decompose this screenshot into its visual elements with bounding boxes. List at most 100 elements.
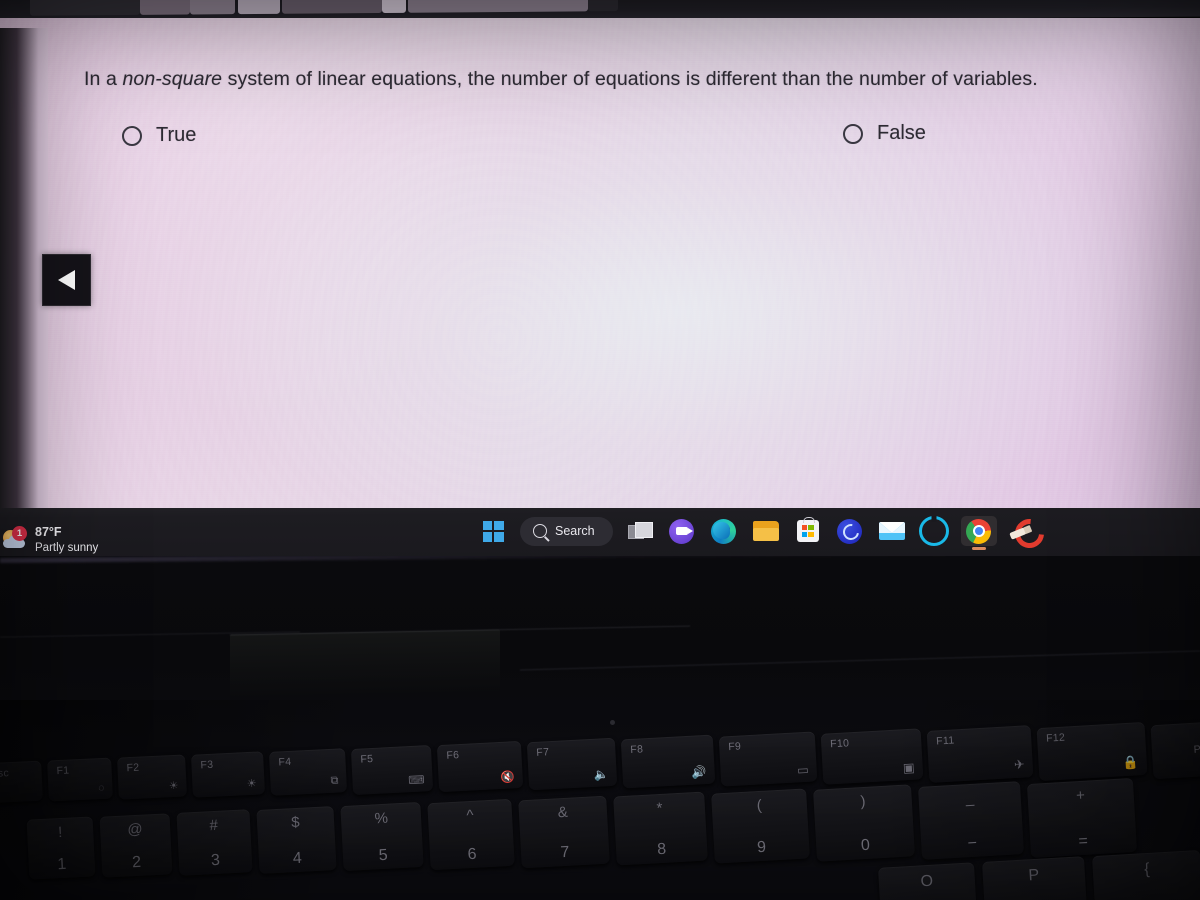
deck-edge-line [520,650,1200,671]
task-view-button[interactable] [625,516,655,546]
search-input[interactable]: Search [520,516,613,546]
key-f1[interactable]: F1 ◌ [47,757,113,802]
radio-button-true[interactable] [122,125,142,146]
key-f3[interactable]: F3 ☀ [190,750,266,798]
key-shift-label: # [208,817,218,835]
mute-speaker-icon: ◌ [98,782,105,795]
teams-chat-button[interactable] [667,516,697,546]
weather-widget[interactable]: 1 87°F Partly sunny [2,525,98,555]
key-esc[interactable]: Esc [0,760,43,804]
copilot-icon [837,518,863,544]
option-true[interactable]: True [122,124,196,147]
browser-tab[interactable] [588,0,618,12]
option-false[interactable]: False [843,122,926,145]
hinge-highlight [0,556,1200,563]
key-label: 0 [860,836,870,855]
key-label: F3 [200,758,214,772]
edge-button[interactable] [709,516,739,546]
previous-button[interactable] [42,254,91,306]
key-p[interactable]: P [982,856,1088,900]
chrome-button[interactable] [960,516,997,550]
key-9[interactable]: (9 [710,788,810,864]
key-4[interactable]: $4 [256,805,337,874]
ccleaner-icon [1009,513,1051,554]
key-label: − [967,834,978,853]
browser-tab[interactable] [238,0,280,15]
key-label: F10 [829,737,850,751]
volume-up-icon: 🔊 [691,764,707,780]
brightness-up-icon: ☀ [246,777,257,791]
screen-lock-icon: ▭ [796,762,810,778]
radio-button-false[interactable] [843,123,863,144]
alexa-button[interactable] [918,516,949,546]
key-prt-sc[interactable]: Prt Sc [1150,718,1200,780]
key-6[interactable]: ^ 6 [427,798,515,870]
key-2[interactable]: @2 [99,812,173,878]
taskbar-center-group: Search [478,513,1051,554]
key-f8[interactable]: F8 🔊 [620,734,716,789]
active-app-indicator [971,547,986,550]
browser-tab[interactable] [408,0,588,13]
key-f2[interactable]: F2 ☀ [117,754,187,800]
question-text: In a non-square system of linear equatio… [84,68,1174,91]
folder-icon [752,521,779,541]
key-f11[interactable]: F11 ✈ [926,724,1034,783]
key-1[interactable]: ! 1 [26,816,96,880]
teams-chat-icon [669,518,695,544]
key-label: 3 [210,851,220,869]
key-f5[interactable]: F5 ⌨ [350,744,434,794]
key-3[interactable]: #3 [176,809,253,876]
key-label: 8 [656,841,667,859]
keyboard-backlight-icon: ⌨ [408,773,425,787]
key-shift-label: @ [126,820,144,838]
key-f4[interactable]: F4 ⧉ [268,747,348,796]
browser-tab[interactable] [140,0,190,15]
key-f12[interactable]: F12 🔒 [1036,721,1148,782]
left-arrow-icon [57,270,75,290]
key-label: { [1143,860,1151,879]
start-button[interactable] [478,516,508,546]
key-7[interactable]: & 7 [518,795,610,868]
key-8[interactable]: * 8 [612,791,708,866]
key-{[interactable]: { [1092,849,1200,900]
speaker-grille [230,629,500,697]
key-label: F4 [278,755,292,769]
key-label: 1 [56,855,67,874]
ccleaner-button[interactable] [1009,513,1051,554]
key-f7[interactable]: F7 🔈 [526,738,618,791]
browser-tab[interactable] [282,0,382,14]
key-0[interactable]: ) 0 [812,784,915,862]
copilot-button[interactable] [835,516,865,546]
browser-tab[interactable] [30,0,140,16]
file-explorer-button[interactable] [751,516,781,546]
microsoft-store-button[interactable] [793,516,823,546]
key-f6[interactable]: F6 🔇 [436,741,524,793]
key-=[interactable]: + = [1026,777,1137,858]
key-shift-label: * [655,800,663,818]
key-−[interactable]: _ − [917,781,1025,860]
key-f9[interactable]: F9 ▭ [718,731,818,787]
touchpad-toggle-icon: ▣ [902,760,916,776]
key-f10[interactable]: F10 ▣ [820,728,924,785]
question-prefix: In a [84,68,123,90]
browser-tab[interactable] [382,0,406,13]
keyboard: Esc F1 ◌ F2 ☀ F3 ☀ F4 ⧉ F5 ⌨ F6 🔇 F7 🔈 F8 🔊 F9 ▭ F10 ▣ F11 ✈ F1… [0,700,1200,900]
key-5[interactable]: % 5 [339,802,424,872]
browser-tab[interactable] [190,0,235,15]
brightness-down-icon: ☀ [168,779,179,793]
key-label: F7 [536,746,550,760]
question-emphasis: non-square [122,68,223,90]
partly-sunny-icon: 1 [2,526,28,553]
option-label-true: True [156,124,197,146]
key-shift-label: _ [965,789,975,808]
key-o[interactable]: O [878,862,978,900]
key-shift-label: ^ [466,806,474,825]
key-label: Prt Sc [1193,742,1200,756]
windows-logo-icon [482,520,504,542]
key-label: P [1028,866,1040,885]
notification-badge: 1 [12,526,27,541]
key-label: 9 [756,838,767,857]
edge-icon [711,518,737,544]
laptop-photo: In a non-square system of linear equatio… [0,0,1200,900]
mail-button[interactable] [877,516,907,546]
